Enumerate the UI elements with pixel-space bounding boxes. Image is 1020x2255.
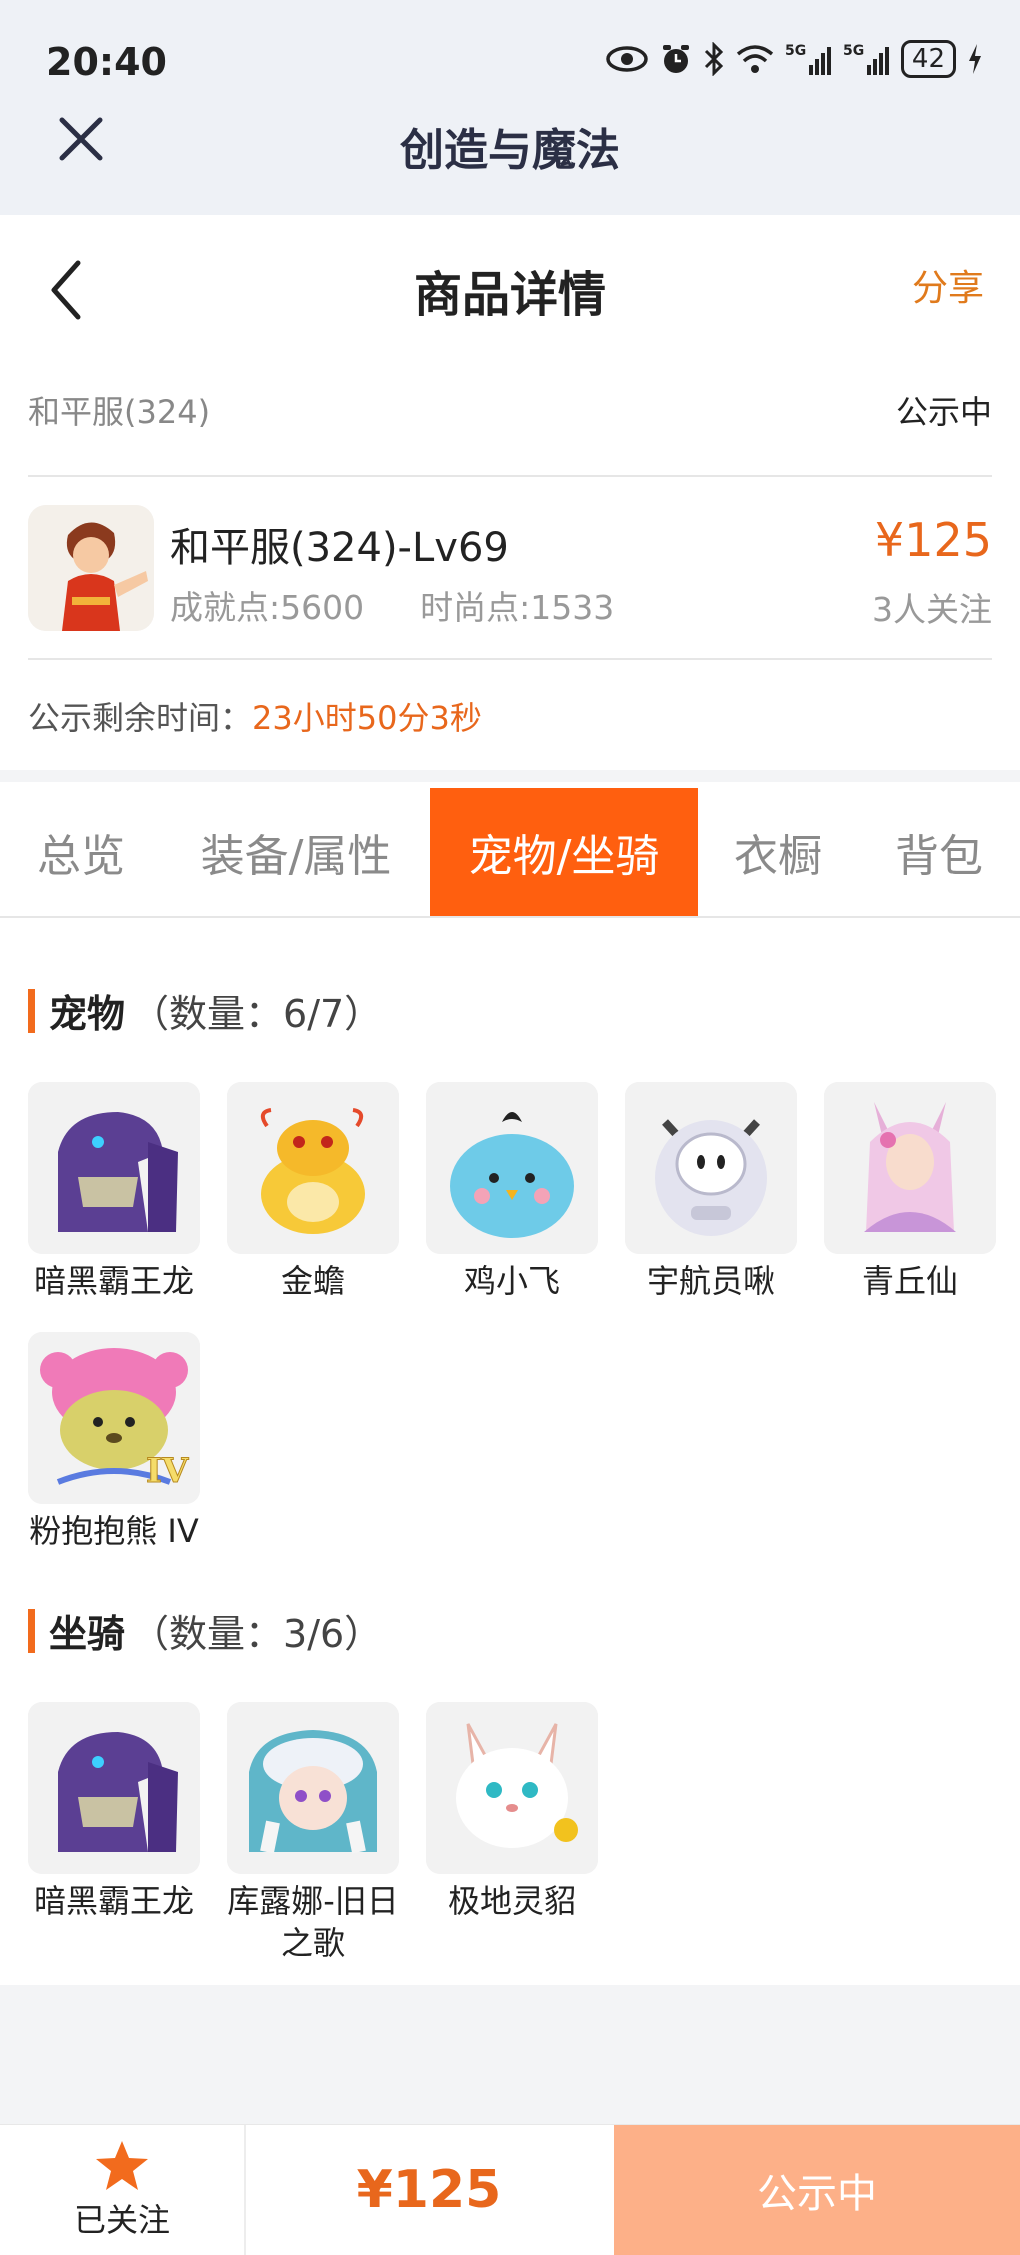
section-accent-bar bbox=[28, 1608, 35, 1653]
wifi-icon bbox=[736, 45, 774, 73]
status-time: 20:40 bbox=[46, 40, 167, 84]
bluetooth-icon bbox=[704, 42, 724, 76]
server-name: 和平服(324) bbox=[28, 393, 211, 431]
signal-5g-icon: 5G bbox=[843, 43, 889, 75]
account-title: 和平服(324)-Lv69 bbox=[170, 525, 509, 571]
price: ¥125 bbox=[874, 513, 992, 567]
section-gap bbox=[0, 770, 1020, 782]
bottom-bar: 已关注 ¥125 公示中 bbox=[0, 2124, 1020, 2255]
bottom-price: ¥125 bbox=[356, 2160, 502, 2220]
follower-count: 3人关注 bbox=[872, 590, 992, 629]
svg-text:5G: 5G bbox=[843, 43, 864, 59]
mount-item[interactable]: 暗黑霸王龙 bbox=[28, 1702, 200, 1964]
blue-chick-icon bbox=[426, 1082, 598, 1254]
server-row: 和平服(324) 公示中 bbox=[28, 385, 992, 435]
tab-backpack[interactable]: 背包 bbox=[858, 788, 1020, 916]
product-detail-card: 商品详情 分享 和平服(324) 公示中 和平服(324)-Lv69 成就点:5… bbox=[0, 215, 1020, 1985]
follow-button[interactable]: 已关注 bbox=[0, 2125, 246, 2255]
top-bar: 20:40 5G 5G 42 创造与魔法 bbox=[0, 0, 1020, 215]
mount-item[interactable]: 库露娜-旧日之歌 bbox=[227, 1702, 399, 1964]
page-title: 商品详情 bbox=[413, 267, 606, 323]
tab-equipment[interactable]: 装备/属性 bbox=[162, 788, 430, 916]
pet-item[interactable]: IV 粉抱抱熊 IV bbox=[28, 1332, 200, 1552]
pet-item[interactable]: 鸡小飞 bbox=[426, 1082, 598, 1302]
tab-overview[interactable]: 总览 bbox=[0, 788, 162, 916]
tab-pets-mounts[interactable]: 宠物/坐骑 bbox=[430, 788, 698, 916]
pet-name: 暗黑霸王龙 bbox=[33, 1262, 194, 1300]
tab-bar: 总览 装备/属性 宠物/坐骑 衣橱 背包 bbox=[0, 788, 1020, 918]
app-title: 创造与魔法 bbox=[400, 125, 620, 176]
mount-name: 库露娜-旧日之歌 bbox=[227, 1882, 399, 1962]
pet-item[interactable]: 暗黑霸王龙 bbox=[28, 1082, 200, 1302]
mounts-section-header: 坐骑 （数量：3/6） bbox=[28, 1603, 382, 1658]
pet-item[interactable]: 宇航员啾 bbox=[625, 1082, 797, 1302]
pets-count: （数量：6/7） bbox=[131, 992, 383, 1036]
charging-icon bbox=[969, 44, 981, 74]
divider bbox=[28, 475, 992, 477]
pets-grid: 暗黑霸王龙 金蟾 鸡小飞 宇航员啾 青丘仙 IV 粉抱抱熊 IV bbox=[28, 1082, 1008, 1582]
follow-label: 已关注 bbox=[73, 2201, 170, 2239]
countdown: 公示剩余时间：23小时50分3秒 bbox=[28, 693, 482, 739]
share-button[interactable]: 分享 bbox=[912, 259, 984, 311]
account-stats: 成就点:5600 时尚点:1533 bbox=[170, 581, 614, 629]
achievement-points: 成就点:5600 bbox=[170, 588, 365, 627]
mount-name: 极地灵貂 bbox=[447, 1882, 576, 1920]
pet-item[interactable]: 金蟾 bbox=[227, 1082, 399, 1302]
eye-icon bbox=[606, 46, 648, 72]
account-summary[interactable]: 和平服(324)-Lv69 成就点:5600 时尚点:1533 ¥125 3人关… bbox=[28, 505, 992, 635]
mount-name: 暗黑霸王龙 bbox=[33, 1882, 194, 1920]
kuluna-icon bbox=[227, 1702, 399, 1874]
star-icon bbox=[96, 2141, 148, 2190]
pet-name: 粉抱抱熊 IV bbox=[29, 1512, 199, 1550]
countdown-value: 23小时50分3秒 bbox=[252, 699, 482, 737]
mounts-title: 坐骑 bbox=[49, 1612, 126, 1656]
svg-text:5G: 5G bbox=[785, 43, 806, 59]
countdown-label: 公示剩余时间： bbox=[28, 699, 253, 737]
status-action-button[interactable]: 公示中 bbox=[614, 2125, 1020, 2255]
signal-5g-icon: 5G bbox=[785, 43, 831, 75]
pet-name: 宇航员啾 bbox=[646, 1262, 775, 1300]
purple-dinosaur-icon bbox=[28, 1702, 200, 1874]
divider bbox=[28, 658, 992, 660]
status-text: 公示中 bbox=[895, 393, 992, 431]
purple-dinosaur-icon bbox=[28, 1082, 200, 1254]
status-icons: 5G 5G 42 bbox=[605, 40, 984, 78]
fox-fairy-icon bbox=[824, 1082, 996, 1254]
mounts-count: （数量：3/6） bbox=[131, 1612, 383, 1656]
pets-section-header: 宠物 （数量：6/7） bbox=[28, 983, 382, 1038]
avatar bbox=[28, 505, 154, 631]
pink-bear-icon: IV bbox=[28, 1332, 200, 1504]
battery-icon: 42 bbox=[900, 40, 956, 78]
pet-badge: IV bbox=[146, 1451, 189, 1491]
pet-name: 金蟾 bbox=[280, 1262, 345, 1300]
mount-item[interactable]: 极地灵貂 bbox=[426, 1702, 598, 1964]
alarm-icon bbox=[662, 45, 689, 73]
pet-item[interactable]: 青丘仙 bbox=[824, 1082, 996, 1302]
pets-title: 宠物 bbox=[49, 992, 126, 1036]
white-mink-icon bbox=[426, 1702, 598, 1874]
section-accent-bar bbox=[28, 988, 35, 1033]
fashion-points: 时尚点:1533 bbox=[420, 588, 615, 627]
astronaut-icon bbox=[625, 1082, 797, 1254]
tab-wardrobe[interactable]: 衣橱 bbox=[698, 788, 858, 916]
golden-toad-icon bbox=[227, 1082, 399, 1254]
mounts-grid: 暗黑霸王龙 库露娜-旧日之歌 极地灵貂 bbox=[28, 1702, 1008, 1994]
pet-name: 鸡小飞 bbox=[463, 1262, 560, 1300]
pet-name: 青丘仙 bbox=[861, 1262, 958, 1300]
